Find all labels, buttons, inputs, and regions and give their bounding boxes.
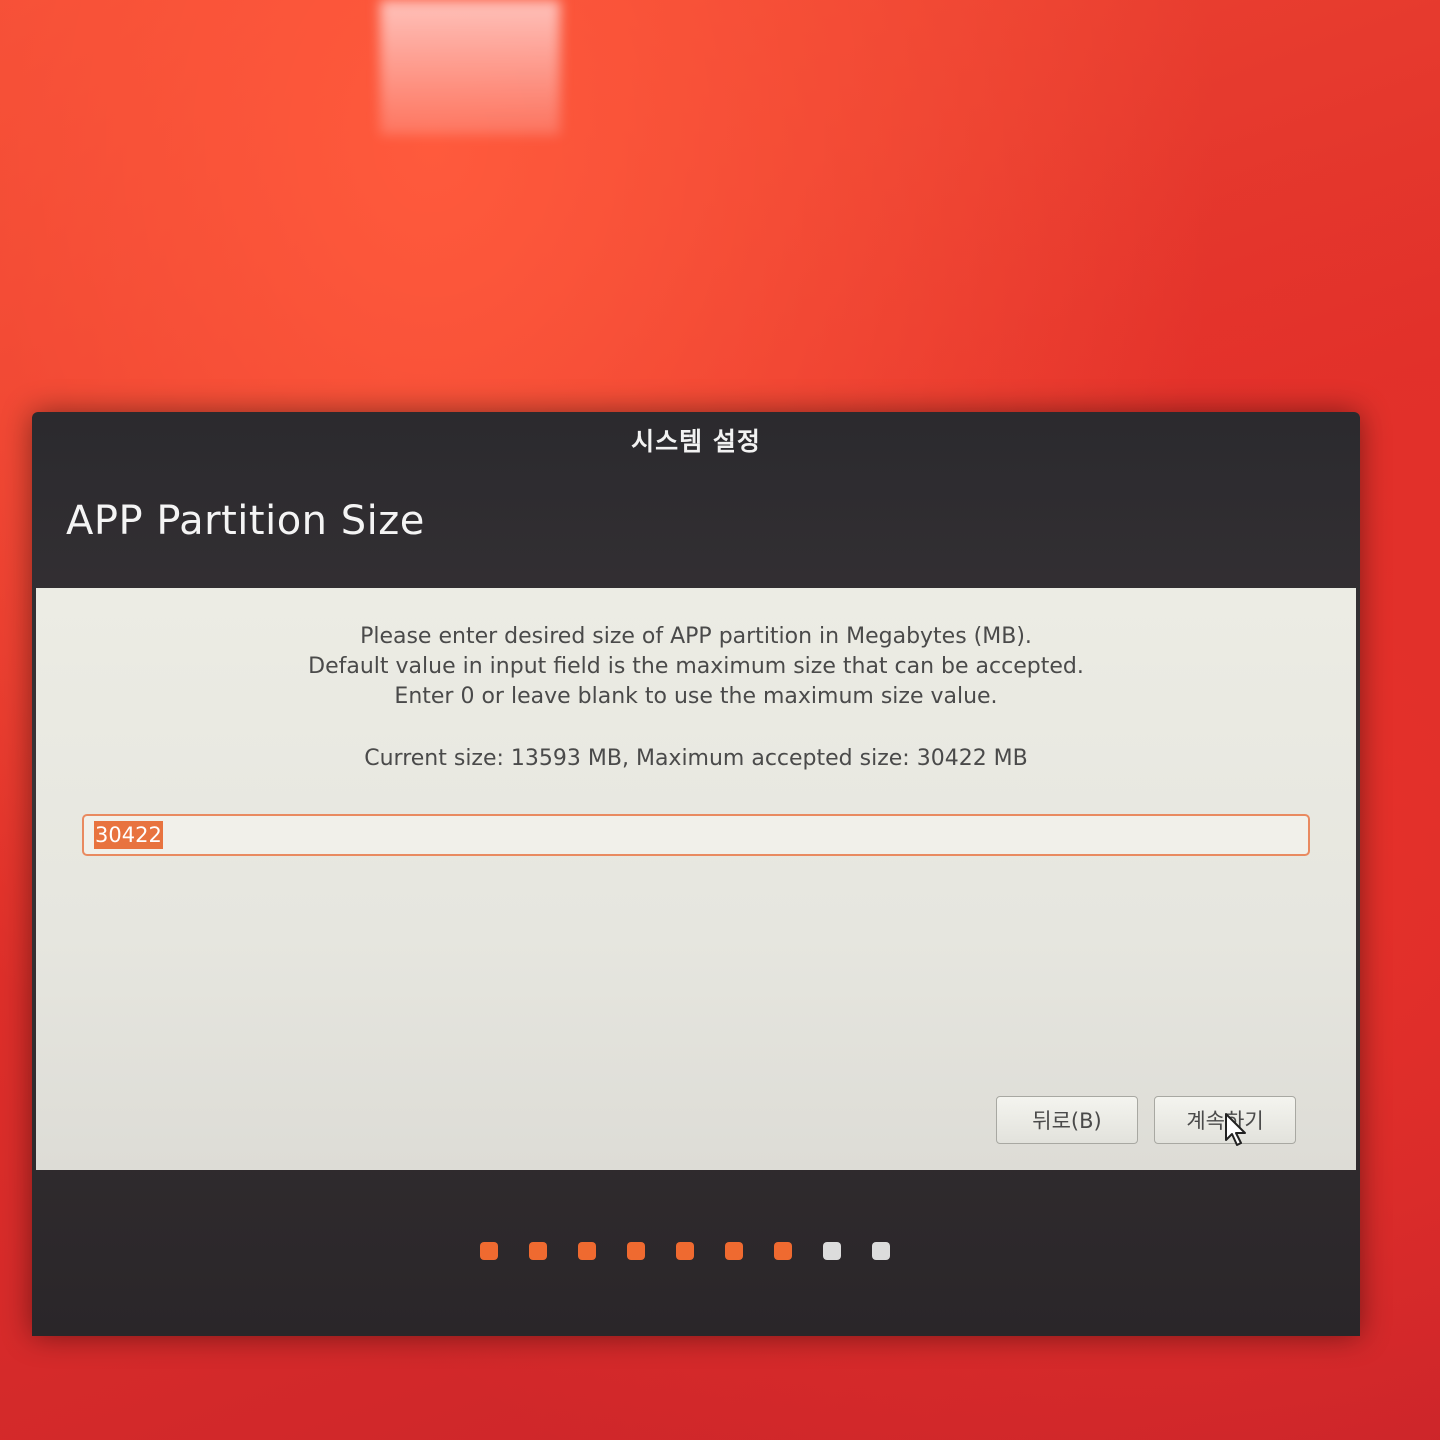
progress-dot-complete: [578, 1242, 596, 1260]
installer-dialog: 시스템 설정 APP Partition Size Please enter d…: [32, 412, 1360, 1336]
instruction-line: Enter 0 or leave blank to use the maximu…: [394, 684, 998, 709]
progress-dots: [480, 1242, 890, 1260]
progress-dot-pending: [872, 1242, 890, 1260]
dialog-content: Please enter desired size of APP partiti…: [36, 588, 1356, 1170]
mouse-cursor-icon: [1225, 1113, 1246, 1146]
progress-dot-complete: [529, 1242, 547, 1260]
screen-glare: [380, 0, 560, 135]
page-title: APP Partition Size: [66, 498, 425, 544]
input-selected-value: 30422: [94, 821, 163, 849]
progress-dot-complete: [627, 1242, 645, 1260]
window-title: 시스템 설정: [631, 427, 761, 456]
size-info: Current size: 13593 MB, Maximum accepted…: [364, 746, 1028, 771]
progress-dot-complete: [774, 1242, 792, 1260]
partition-size-input[interactable]: 30422: [82, 814, 1310, 856]
instruction-line: Default value in input field is the maxi…: [308, 654, 1084, 679]
instruction-line: Please enter desired size of APP partiti…: [360, 624, 1032, 649]
progress-dot-complete: [480, 1242, 498, 1260]
back-button[interactable]: 뒤로(B): [996, 1096, 1138, 1144]
progress-dot-complete: [676, 1242, 694, 1260]
progress-dot-pending: [823, 1242, 841, 1260]
instructions: Please enter desired size of APP partiti…: [36, 622, 1356, 712]
progress-dot-complete: [725, 1242, 743, 1260]
